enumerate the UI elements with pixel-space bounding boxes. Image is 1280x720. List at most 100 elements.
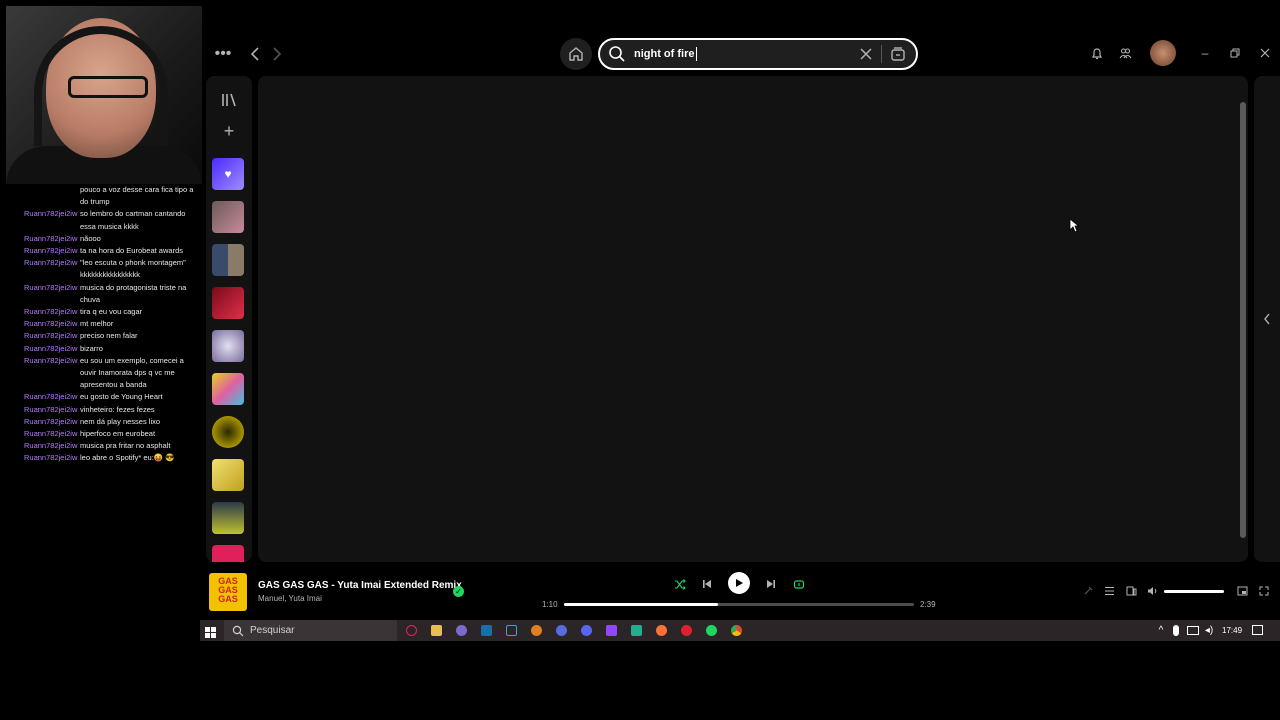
chat-username: Ruann782jei2iw — [24, 343, 78, 353]
chat-text: mt melhor — [80, 319, 114, 329]
taskbar-app-icon[interactable] — [631, 625, 642, 636]
taskbar-app-icon[interactable] — [406, 625, 417, 636]
fullscreen-icon[interactable] — [1258, 585, 1270, 597]
taskbar-app-icon[interactable] — [681, 625, 692, 636]
chat-message: Ruann782jei2iw eu sou um exemplo, comecei… — [24, 355, 200, 392]
playlist-cover[interactable] — [212, 244, 244, 276]
more-options-icon[interactable]: ••• — [212, 44, 234, 64]
home-button[interactable] — [560, 38, 592, 70]
chat-message: Ruann782jei2iw hiperfoco em eurobeat — [24, 428, 200, 440]
chat-text: so lembro do cartman cantando essa music… — [80, 209, 186, 231]
liked-songs-cover[interactable]: ♥ — [212, 158, 244, 190]
notifications-tray-icon[interactable] — [1252, 625, 1263, 635]
friend-activity-icon[interactable] — [1118, 46, 1132, 60]
discord-icon[interactable] — [581, 625, 592, 636]
windows-start-icon[interactable] — [205, 625, 216, 638]
chat-text: musica do protagonista triste na chuva — [80, 282, 187, 304]
chat-message: Ruann782jei2iw bizarro — [24, 343, 200, 355]
divider — [881, 45, 882, 63]
playlist-cover[interactable] — [212, 502, 244, 534]
stream-chat: pouco a voz desse cara fica tipo a do tr… — [24, 184, 200, 465]
file-explorer-icon[interactable] — [431, 625, 442, 636]
forward-arrow-icon[interactable] — [268, 44, 286, 64]
spotify-taskbar-icon[interactable] — [706, 625, 717, 636]
firefox-icon[interactable] — [656, 625, 667, 636]
playlist-cover[interactable] — [212, 330, 244, 362]
chat-text: bizarro — [80, 343, 103, 353]
chat-message: Ruann782jei2iw mt melhor — [24, 318, 200, 330]
tray-chevron-up-icon[interactable]: ^ — [1155, 625, 1167, 636]
steam-icon[interactable] — [481, 625, 492, 636]
clear-search-icon[interactable] — [859, 47, 873, 61]
taskbar-app-icon[interactable] — [556, 625, 567, 636]
search-bar[interactable]: night of fire — [598, 38, 918, 70]
library-icon[interactable] — [219, 92, 239, 108]
saved-check-icon[interactable]: ✓ — [453, 586, 464, 597]
chat-text: nãooo — [80, 233, 101, 243]
chat-text: musica pra fritar no asphalt — [80, 441, 171, 451]
previous-track-icon[interactable] — [700, 577, 714, 591]
user-avatar[interactable] — [1150, 40, 1176, 66]
connect-device-icon[interactable] — [1125, 585, 1137, 597]
browse-icon[interactable] — [890, 46, 906, 62]
lyrics-mic-icon[interactable] — [1082, 585, 1094, 597]
play-button[interactable] — [728, 572, 750, 594]
queue-icon[interactable] — [1103, 585, 1115, 597]
chat-message: Ruann782jei2iw musica pra fritar no aspha… — [24, 440, 200, 452]
taskbar-app-icon[interactable] — [531, 625, 542, 636]
chat-text: leo abre o Spotify* eu:😝 😎 — [80, 453, 175, 463]
speaker-tray-icon[interactable]: ◂) — [1203, 625, 1215, 636]
now-playing-artist[interactable]: Manuel, Yuta Imai — [258, 594, 322, 603]
playlist-cover[interactable] — [212, 459, 244, 491]
back-arrow-icon[interactable] — [246, 44, 264, 64]
miniplayer-icon[interactable] — [1236, 585, 1248, 597]
volume-slider[interactable] — [1164, 590, 1224, 593]
chat-username: Ruann782jei2iw — [24, 331, 78, 341]
chrome-icon[interactable] — [731, 625, 742, 636]
minimize-icon[interactable]: – — [1198, 46, 1212, 60]
cover-text: GAS GAS GAS — [218, 576, 238, 604]
taskbar-search[interactable]: Pesquisar — [224, 620, 397, 641]
volume-icon[interactable] — [1146, 585, 1158, 597]
repeat-one-icon[interactable] — [792, 577, 806, 591]
chat-message: Ruann782jei2iw eu gosto de Young Heart — [24, 391, 200, 403]
chat-username: Ruann782jei2iw — [24, 441, 78, 451]
search-input[interactable]: night of fire — [634, 48, 695, 60]
chat-username: Ruann782jei2iw — [24, 282, 78, 292]
microphone-tray-icon[interactable] — [1173, 625, 1179, 636]
playlist-cover[interactable] — [212, 287, 244, 319]
mouse-cursor-icon — [1069, 218, 1079, 233]
taskbar-clock[interactable]: 17:49 — [1222, 626, 1242, 635]
chat-message: pouco a voz desse cara fica tipo a do tr… — [24, 184, 200, 208]
playlist-cover[interactable] — [212, 545, 244, 562]
vscode-icon[interactable] — [506, 625, 517, 636]
chat-text: "leo escuta o phonk montagem" kkkkkkkkkk… — [80, 258, 186, 280]
home-icon — [569, 47, 583, 61]
playlist-cover[interactable] — [212, 373, 244, 405]
twitch-icon[interactable] — [606, 625, 617, 636]
shuffle-icon[interactable] — [673, 577, 687, 591]
close-window-icon[interactable] — [1258, 46, 1272, 60]
progress-bar[interactable] — [564, 603, 914, 606]
chat-username — [24, 184, 80, 208]
artist-cover[interactable] — [212, 416, 244, 448]
bell-icon[interactable] — [1090, 46, 1104, 60]
scrollbar[interactable] — [1240, 102, 1246, 538]
now-playing-cover[interactable]: GAS GAS GAS — [209, 573, 247, 611]
chat-text: eu gosto de Young Heart — [80, 392, 163, 402]
restore-icon[interactable] — [1228, 46, 1242, 60]
search-icon — [609, 46, 625, 62]
chat-username: Ruann782jei2iw — [24, 233, 78, 243]
taskbar-search-label: Pesquisar — [250, 625, 295, 636]
progress-fill — [564, 603, 718, 606]
expand-panel-chevron-icon[interactable] — [1260, 312, 1274, 326]
chat-text: ta na hora do Eurobeat awards — [80, 246, 183, 256]
next-track-icon[interactable] — [764, 577, 778, 591]
chat-text: preciso nem falar — [80, 331, 138, 341]
playlist-cover[interactable] — [212, 201, 244, 233]
chat-username: Ruann782jei2iw — [24, 307, 78, 317]
taskbar-app-icon[interactable] — [456, 625, 467, 636]
now-playing-title[interactable]: GAS GAS GAS - Yuta Imai Extended Remix — [258, 580, 462, 591]
network-tray-icon[interactable] — [1187, 626, 1199, 635]
create-plus-icon[interactable]: + — [219, 121, 239, 141]
